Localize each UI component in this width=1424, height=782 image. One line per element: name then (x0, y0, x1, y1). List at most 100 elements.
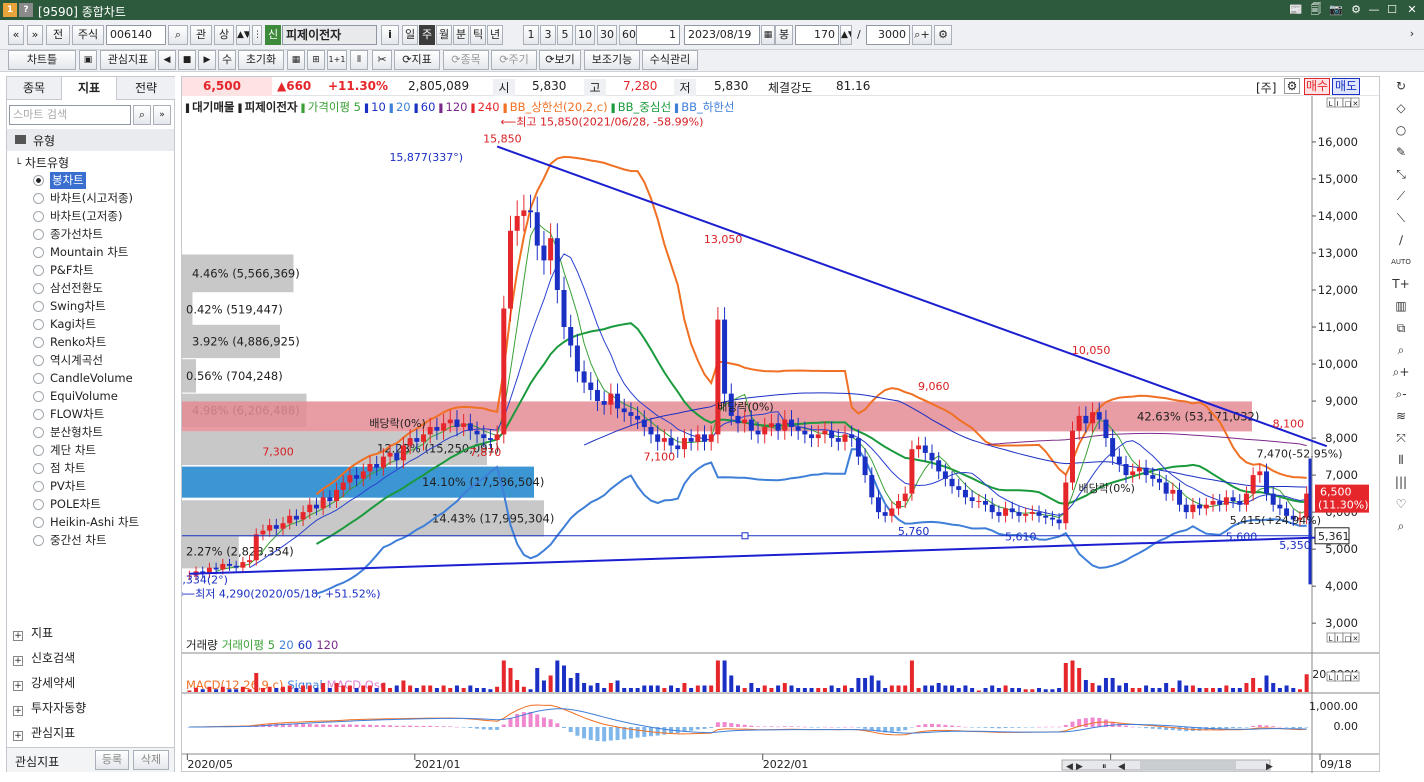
radio-icon[interactable] (33, 337, 44, 348)
count-spin-icon[interactable]: ▲▼ (840, 25, 852, 45)
refresh-period-button[interactable]: ⟳주기 (491, 50, 537, 70)
nav-up-button[interactable]: » (27, 25, 43, 45)
tab-period-0[interactable]: 일 (402, 25, 418, 45)
tool-7-icon[interactable]: ∕ (1389, 230, 1413, 250)
tool-3-icon[interactable]: ✎ (1389, 142, 1413, 162)
spin-icon[interactable]: ▲▼ (236, 25, 250, 45)
tab-period-2[interactable]: 월 (436, 25, 452, 45)
radio-icon[interactable] (33, 445, 44, 456)
bar-count-input[interactable]: 170 (795, 25, 839, 45)
tool-15-icon[interactable]: ≋ (1389, 406, 1413, 426)
gear-icon[interactable]: ⚙ (1348, 2, 1364, 18)
interval-select[interactable]: 1 (636, 25, 680, 45)
section-4[interactable]: + 관심지표 (13, 722, 75, 744)
tab-period-1[interactable]: 주 (419, 25, 435, 45)
radio-icon[interactable] (33, 247, 44, 258)
menu-dots-icon[interactable]: ⋮ (252, 25, 262, 45)
tab-period-3[interactable]: 분 (453, 25, 469, 45)
radio-icon[interactable] (33, 535, 44, 546)
camera-icon[interactable]: 📷 (1328, 2, 1344, 18)
tool-2-icon[interactable]: ○ (1389, 120, 1413, 140)
radio-icon[interactable] (33, 283, 44, 294)
sell-button[interactable]: 매도 (1332, 78, 1360, 95)
calendar-icon[interactable]: ▦ (761, 25, 775, 45)
tool-6-icon[interactable]: ⟍ (1389, 208, 1413, 228)
window-badge-help[interactable]: ? (19, 3, 33, 17)
expand-icon[interactable]: + (13, 706, 23, 716)
kwan-button[interactable]: 관 (190, 25, 212, 45)
panel-toggle-icon[interactable]: › (1404, 24, 1420, 44)
expand-icon[interactable]: + (13, 656, 23, 666)
tab-period-5[interactable]: 년 (487, 25, 503, 45)
radio-icon[interactable] (33, 265, 44, 276)
scissors-icon[interactable]: ✂ (372, 50, 392, 70)
reset-button[interactable]: 초기화 (238, 50, 284, 70)
section-type-header[interactable]: 유형 (7, 129, 174, 151)
subsection-chart-type[interactable]: └ 차트유형 (15, 154, 69, 171)
buy-button[interactable]: 매수 (1304, 78, 1330, 95)
tool-17-icon[interactable]: ⫴ (1389, 450, 1413, 470)
save-icon[interactable]: ▣ (79, 50, 97, 70)
minimize-icon[interactable]: — (1366, 2, 1382, 18)
favorite-indicator-button[interactable]: 관심지표 (100, 50, 156, 70)
radio-icon[interactable] (33, 409, 44, 420)
chart-area[interactable]: 6,500 ▲660 +11.30% 2,805,089 시 5,830 고 7… (181, 76, 1380, 773)
su-button[interactable]: 수 (218, 50, 236, 70)
tool-11-icon[interactable]: ⧉ (1389, 318, 1413, 338)
tab-period-4[interactable]: 틱 (470, 25, 486, 45)
tool-8-icon[interactable]: AUTO (1389, 252, 1413, 272)
grid-icon[interactable]: ▦ (287, 50, 305, 70)
stop-icon[interactable]: ■ (178, 50, 196, 70)
chart-frame-button[interactable]: 차트틀 (8, 50, 76, 70)
layout-icon[interactable]: ⊞ (307, 50, 325, 70)
tool-1-icon[interactable]: ◇ (1389, 98, 1413, 118)
close-icon[interactable]: ✕ (1404, 2, 1420, 18)
arrow-left-icon[interactable]: ◀ (158, 50, 176, 70)
aux-function-button[interactable]: 보조기능 (584, 50, 640, 70)
tool-19-icon[interactable]: ♡ (1389, 494, 1413, 514)
tool-10-icon[interactable]: ▥ (1389, 296, 1413, 316)
radio-icon[interactable] (33, 373, 44, 384)
stock-code-input[interactable]: 006140 (106, 25, 166, 45)
tool-0-icon[interactable]: ↻ (1389, 76, 1413, 96)
radio-icon[interactable] (33, 463, 44, 474)
prev-button[interactable]: 전 (46, 25, 70, 45)
radio-icon[interactable] (33, 481, 44, 492)
expand-icon[interactable]: + (13, 631, 23, 641)
tool-20-icon[interactable]: ⌕ (1389, 516, 1413, 536)
radio-icon[interactable] (33, 499, 44, 510)
refresh-stock-button[interactable]: ⟳종목 (443, 50, 489, 70)
news-icon[interactable]: 📰 (1288, 2, 1304, 18)
radio-icon[interactable] (33, 517, 44, 528)
tool-9-icon[interactable]: T+ (1389, 274, 1413, 294)
arrow-right-icon[interactable]: ▶ (198, 50, 216, 70)
tool-14-icon[interactable]: ⌕- (1389, 384, 1413, 404)
tool-12-icon[interactable]: ⌕ (1389, 340, 1413, 360)
gear-icon[interactable]: ⚙ (1284, 78, 1300, 94)
section-0[interactable]: + 지표 (13, 622, 53, 644)
refresh-view-button[interactable]: ⟳보기 (539, 50, 581, 70)
one-plus-one-icon[interactable]: 1+1 (327, 50, 347, 70)
section-3[interactable]: + 투자자동향 (13, 697, 86, 719)
interval-button-1[interactable]: 1 (523, 25, 539, 45)
radio-icon[interactable] (33, 229, 44, 240)
radio-icon[interactable] (33, 355, 44, 366)
tool-5-icon[interactable]: ⟋ (1389, 186, 1413, 206)
interval-button-5[interactable]: 5 (557, 25, 573, 45)
radio-icon[interactable] (33, 427, 44, 438)
sang-button[interactable]: 상 (214, 25, 234, 45)
delete-button[interactable]: 삭제 (133, 750, 169, 770)
tool-16-icon[interactable]: ⤧ (1389, 428, 1413, 448)
radio-icon[interactable] (33, 391, 44, 402)
tab-stock[interactable]: 종목 (7, 77, 62, 100)
copy-window-icon[interactable]: 🗐 (1308, 2, 1324, 18)
radio-icon[interactable] (33, 175, 44, 186)
interval-button-30[interactable]: 30 (597, 25, 617, 45)
formula-manage-button[interactable]: 수식관리 (642, 50, 698, 70)
search-icon[interactable]: ⌕ (133, 105, 151, 125)
tool-4-icon[interactable]: ⤡ (1389, 164, 1413, 184)
info-button[interactable]: i (381, 25, 399, 45)
register-button[interactable]: 등록 (95, 750, 129, 770)
max-bars-input[interactable]: 3000 (866, 25, 910, 45)
interval-button-3[interactable]: 3 (540, 25, 556, 45)
